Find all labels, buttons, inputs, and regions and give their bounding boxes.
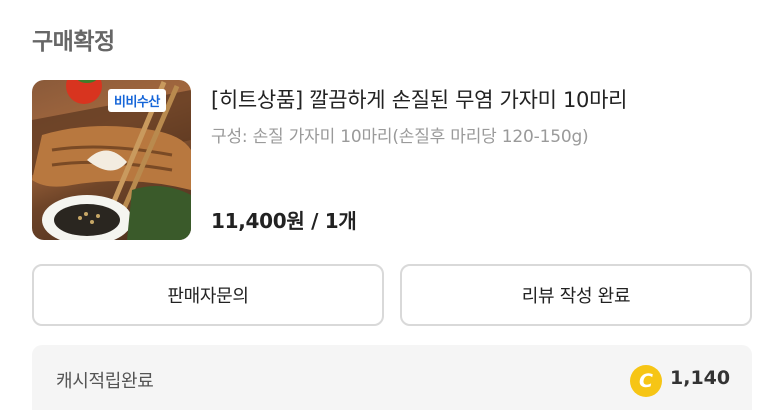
cashback-label: 캐시적립완료 — [56, 371, 154, 392]
price-quantity: 11,400원 / 1개 — [211, 209, 357, 233]
cashback-amount: 1,140 — [670, 367, 731, 389]
product-thumbnail[interactable]: 비비수산 — [32, 80, 191, 240]
seller-inquiry-button[interactable]: 판매자문의 — [32, 264, 384, 326]
review-complete-label: 리뷰 작성 완료 — [521, 286, 631, 307]
product-title[interactable]: [히트상품] 깔끔하게 손질된 무염 가자미 10마리 — [211, 84, 751, 114]
review-complete-button[interactable]: 리뷰 작성 완료 — [400, 264, 752, 326]
brand-badge: 비비수산 — [108, 89, 166, 112]
product-option: 구성: 손질 가자미 10마리(손질후 마리당 120-150g) — [211, 127, 589, 147]
seller-inquiry-label: 판매자문의 — [167, 286, 249, 307]
cashback-panel: 캐시적립완료 C 1,140 — [32, 345, 752, 410]
order-status-title: 구매확정 — [32, 29, 115, 55]
coin-icon: C — [630, 365, 662, 397]
